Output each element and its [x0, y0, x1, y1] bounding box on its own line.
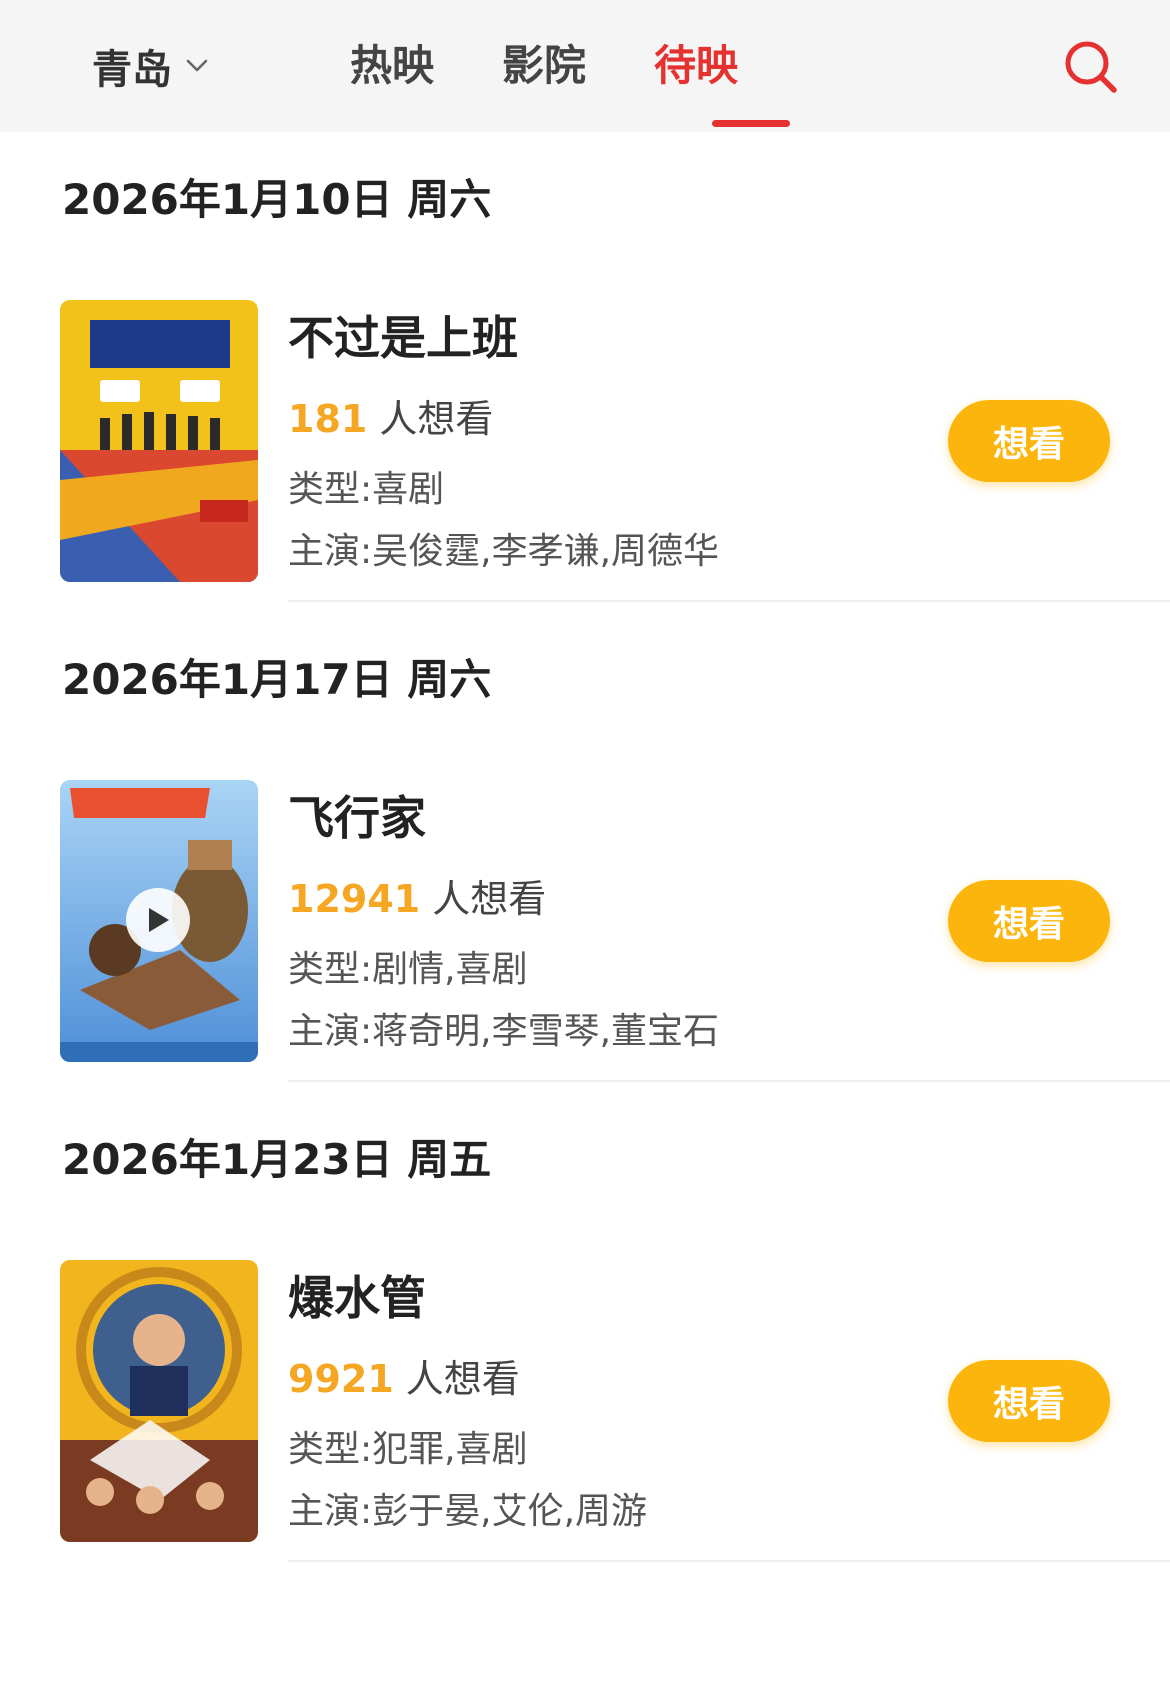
tab-now-showing[interactable]: 热映 [350, 38, 434, 94]
want-count-suffix: 人想看 [432, 877, 547, 921]
want-count: 12941 人想看 [288, 868, 546, 923]
movie-cast: 主演:彭于晏,艾伦,周游 [288, 1491, 648, 1532]
movie-genre: 类型:喜剧 [288, 469, 445, 510]
movie-list-item[interactable]: 爆水管 9921 人想看 类型:犯罪,喜剧 主演:彭于晏,艾伦,周游 想看 [0, 1260, 1170, 1545]
movie-poster[interactable] [60, 1260, 258, 1542]
want-count-number: 181 [288, 397, 368, 441]
want-count-number: 12941 [288, 877, 421, 921]
movie-poster[interactable] [60, 300, 258, 582]
section-date: 2026年1月17日 周六 [62, 655, 492, 704]
want-count-number: 9921 [288, 1357, 394, 1401]
movie-cast: 主演:吴俊霆,李孝谦,周德华 [288, 531, 720, 572]
want-count: 9921 人想看 [288, 1348, 520, 1403]
want-to-watch-button[interactable]: 想看 [948, 400, 1110, 482]
movie-list-item[interactable]: 不过是上班 181 人想看 类型:喜剧 主演:吴俊霆,李孝谦,周德华 想看 [0, 300, 1170, 585]
movie-genre: 类型:剧情,喜剧 [288, 949, 528, 990]
want-count: 181 人想看 [288, 388, 493, 443]
divider [288, 600, 1170, 602]
want-count-suffix: 人想看 [405, 1357, 520, 1401]
search-icon[interactable] [1062, 38, 1120, 96]
movie-genre: 类型:犯罪,喜剧 [288, 1429, 528, 1470]
play-icon[interactable] [126, 888, 190, 952]
top-nav-bar: 青岛 热映 影院 待映 [0, 0, 1170, 132]
want-count-suffix: 人想看 [379, 397, 494, 441]
city-label: 青岛 [92, 47, 172, 93]
tab-cinemas[interactable]: 影院 [502, 38, 586, 94]
city-selector[interactable]: 青岛 [92, 38, 208, 94]
movie-title: 爆水管 [288, 1271, 426, 1325]
want-to-watch-button[interactable]: 想看 [948, 1360, 1110, 1442]
movie-poster[interactable] [60, 780, 258, 1062]
section-date: 2026年1月10日 周六 [62, 175, 492, 224]
divider [288, 1560, 1170, 1562]
divider [288, 1080, 1170, 1082]
movie-list-item[interactable]: 飞行家 12941 人想看 类型:剧情,喜剧 主演:蒋奇明,李雪琴,董宝石 想看 [0, 780, 1170, 1065]
chevron-down-icon [186, 59, 208, 72]
section-date: 2026年1月23日 周五 [62, 1135, 492, 1184]
movie-title: 飞行家 [288, 791, 426, 845]
want-to-watch-button[interactable]: 想看 [948, 880, 1110, 962]
active-tab-indicator [712, 120, 790, 127]
movie-title: 不过是上班 [288, 311, 518, 365]
tab-coming-soon[interactable]: 待映 [654, 38, 738, 94]
movie-cast: 主演:蒋奇明,李雪琴,董宝石 [288, 1011, 720, 1052]
